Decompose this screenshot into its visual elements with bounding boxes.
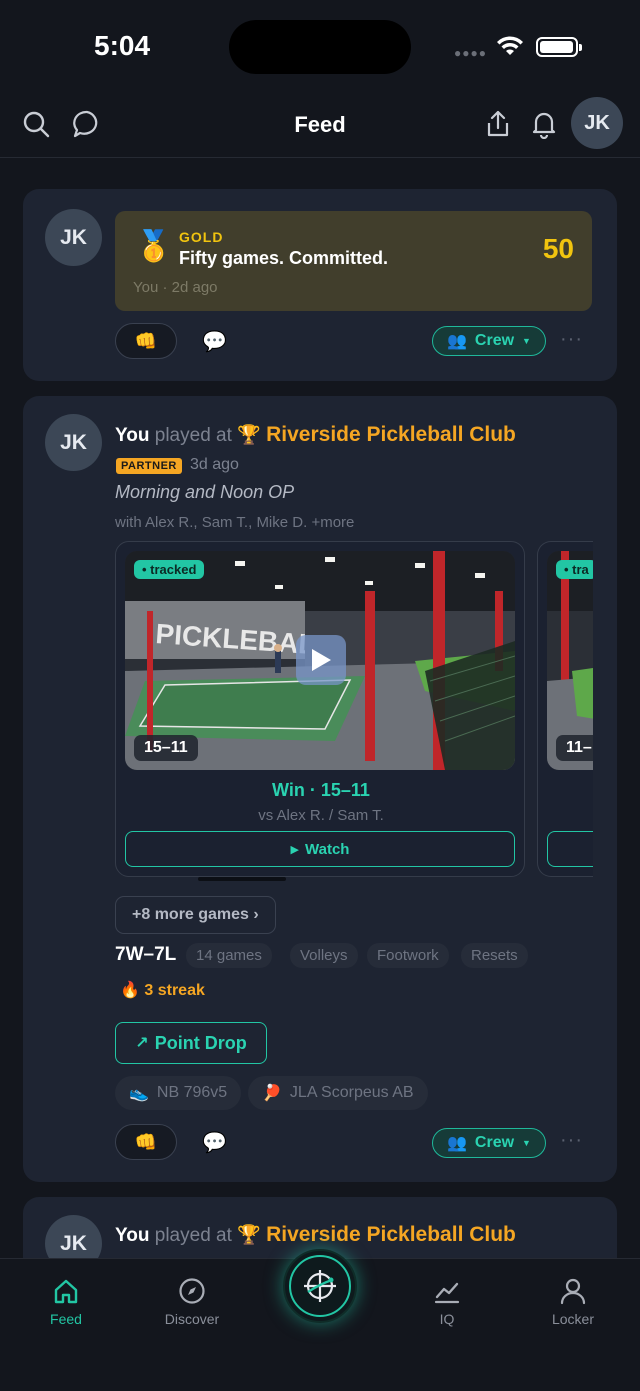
more-options-icon[interactable]: ··· [560, 328, 583, 351]
streak-indicator: 🔥 3 streak [120, 980, 205, 1000]
tracked-badge: • tra [556, 560, 593, 579]
chevron-down-icon: ▼ [522, 1138, 531, 1148]
streak-label: 3 streak [144, 982, 205, 999]
crew-label: Crew [474, 1134, 515, 1151]
trophy-icon: 🏆 [237, 425, 261, 446]
achievement-banner[interactable]: 🥇 GOLD Fifty games. Committed. You · 2d … [115, 211, 592, 311]
trophy-icon: 🏆 [237, 1225, 261, 1246]
bottom-tab-bar: Feed Discover IQ Locker [0, 1249, 640, 1391]
battery-icon [536, 37, 582, 57]
comment-icon[interactable]: 💬 [202, 1130, 227, 1155]
shoe-gear-chip[interactable]: 👟 NB 796v5 [115, 1076, 242, 1110]
more-games-button[interactable]: +8 more games › [115, 896, 276, 934]
skill-chip-volleys: Volleys [290, 943, 358, 968]
game-card[interactable]: • tra 11– [537, 541, 593, 877]
status-time: 5:04 [94, 30, 151, 61]
record-button[interactable] [283, 1249, 357, 1323]
game-card[interactable]: PICKLEBALL • tracked 15–11 Win · 15–11 v… [115, 541, 525, 877]
games-count-chip: 14 games [186, 943, 272, 968]
session-post: JK You played at 🏆 Riverside Pickleball … [23, 396, 617, 1182]
post-avatar[interactable]: JK [45, 209, 102, 266]
tab-locker[interactable]: Locker [523, 1271, 623, 1327]
crew-icon: 👥 [447, 333, 467, 350]
fist-bump-icon: 👊 [134, 330, 158, 351]
fist-bump-button[interactable]: 👊 [115, 1124, 177, 1160]
session-record: 7W–7L [115, 944, 177, 965]
achievement-count: 50 [542, 233, 574, 264]
score-tag: 15–11 [134, 735, 198, 761]
tab-label: Discover [164, 1311, 220, 1327]
tab-iq[interactable]: IQ [397, 1271, 497, 1327]
profile-avatar[interactable]: JK [571, 97, 623, 149]
fist-bump-button[interactable]: 👊 [115, 323, 177, 359]
play-icon[interactable] [296, 635, 346, 685]
achievement-post: JK 🥇 GOLD Fifty games. Committed. You · … [23, 189, 617, 381]
signal-icon: ●●●● [454, 46, 487, 60]
comment-icon[interactable]: 💬 [202, 329, 227, 354]
compass-icon [142, 1271, 242, 1305]
home-icon [16, 1271, 116, 1305]
play-small-icon: ▶ [290, 843, 299, 856]
post-time: 3d ago [190, 456, 239, 473]
skill-chip-footwork: Footwork [367, 943, 449, 968]
author-name[interactable]: You [115, 425, 149, 446]
status-bar: 5:04 ●●●● [0, 0, 640, 96]
paddle-icon: 🏓 [262, 1085, 282, 1102]
paddle-label: JLA Scorpeus AB [289, 1084, 414, 1101]
more-options-icon[interactable]: ··· [560, 1129, 583, 1152]
game-result: Win · 15–11 [272, 780, 370, 800]
person-icon [523, 1271, 623, 1305]
crew-visibility-button[interactable]: 👥 Crew ▼ [432, 1128, 546, 1158]
bell-icon[interactable] [528, 108, 560, 140]
post-avatar[interactable]: JK [45, 414, 102, 471]
club-link[interactable]: Riverside Pickleball Club [266, 423, 516, 446]
crew-visibility-button[interactable]: 👥 Crew ▼ [432, 326, 546, 356]
achievement-tier: GOLD [179, 229, 224, 245]
tab-feed[interactable]: Feed [16, 1271, 116, 1327]
crew-label: Crew [474, 332, 515, 349]
fist-bump-icon: 👊 [134, 1131, 158, 1152]
arrow-up-right-icon: ↗ [135, 1035, 149, 1052]
game-opponents: vs Alex R. / Sam T. [258, 807, 384, 824]
session-name: Morning and Noon OP [115, 482, 295, 502]
shoe-label: NB 796v5 [156, 1084, 228, 1101]
tracked-badge: • tracked [134, 560, 205, 579]
point-drop-label: Point Drop [154, 1032, 247, 1053]
shoe-icon: 👟 [129, 1085, 149, 1102]
game-video-thumbnail[interactable]: PICKLEBALL • tracked 15–11 [125, 551, 515, 770]
tab-label: Locker [551, 1311, 595, 1327]
tab-label: IQ [439, 1311, 455, 1327]
played-at-text: played at [154, 425, 232, 446]
record-icon [304, 1270, 336, 1302]
post-headline: You played at 🏆 Riverside Pickleball Clu… [115, 1223, 516, 1247]
gold-medal-icon: 🥇 [135, 230, 173, 263]
fire-icon: 🔥 [120, 982, 140, 999]
skill-chip-resets: Resets [461, 943, 528, 968]
tab-discover[interactable]: Discover [142, 1271, 242, 1327]
tab-label: Feed [50, 1311, 82, 1327]
partner-badge: PARTNER [116, 458, 182, 474]
watch-button[interactable]: ▶ Watch [125, 831, 515, 867]
crew-icon: 👥 [447, 1135, 467, 1152]
club-link[interactable]: Riverside Pickleball Club [266, 1223, 516, 1246]
chevron-down-icon: ▼ [522, 336, 531, 346]
paddle-gear-chip[interactable]: 🏓 JLA Scorpeus AB [248, 1076, 428, 1110]
watch-label: Watch [305, 840, 350, 858]
achievement-meta: You · 2d ago [133, 279, 218, 296]
score-tag: 11– [556, 735, 593, 761]
post-headline: You played at 🏆 Riverside Pickleball Clu… [115, 423, 516, 447]
chart-icon [397, 1271, 497, 1305]
played-at-text: played at [154, 1225, 232, 1246]
share-icon[interactable] [482, 108, 514, 140]
watch-button[interactable] [547, 831, 593, 867]
game-video-thumbnail[interactable]: • tra 11– [547, 551, 593, 770]
players-list[interactable]: with Alex R., Sam T., Mike D. +more [115, 514, 354, 531]
author-name[interactable]: You [115, 1225, 149, 1246]
dynamic-island [229, 20, 411, 74]
carousel-scroll-indicator [198, 877, 286, 881]
wifi-icon [497, 36, 523, 55]
top-nav: Feed JK [0, 96, 640, 158]
achievement-message: Fifty games. Committed. [179, 248, 389, 268]
point-drop-button[interactable]: ↗ Point Drop [115, 1022, 267, 1064]
